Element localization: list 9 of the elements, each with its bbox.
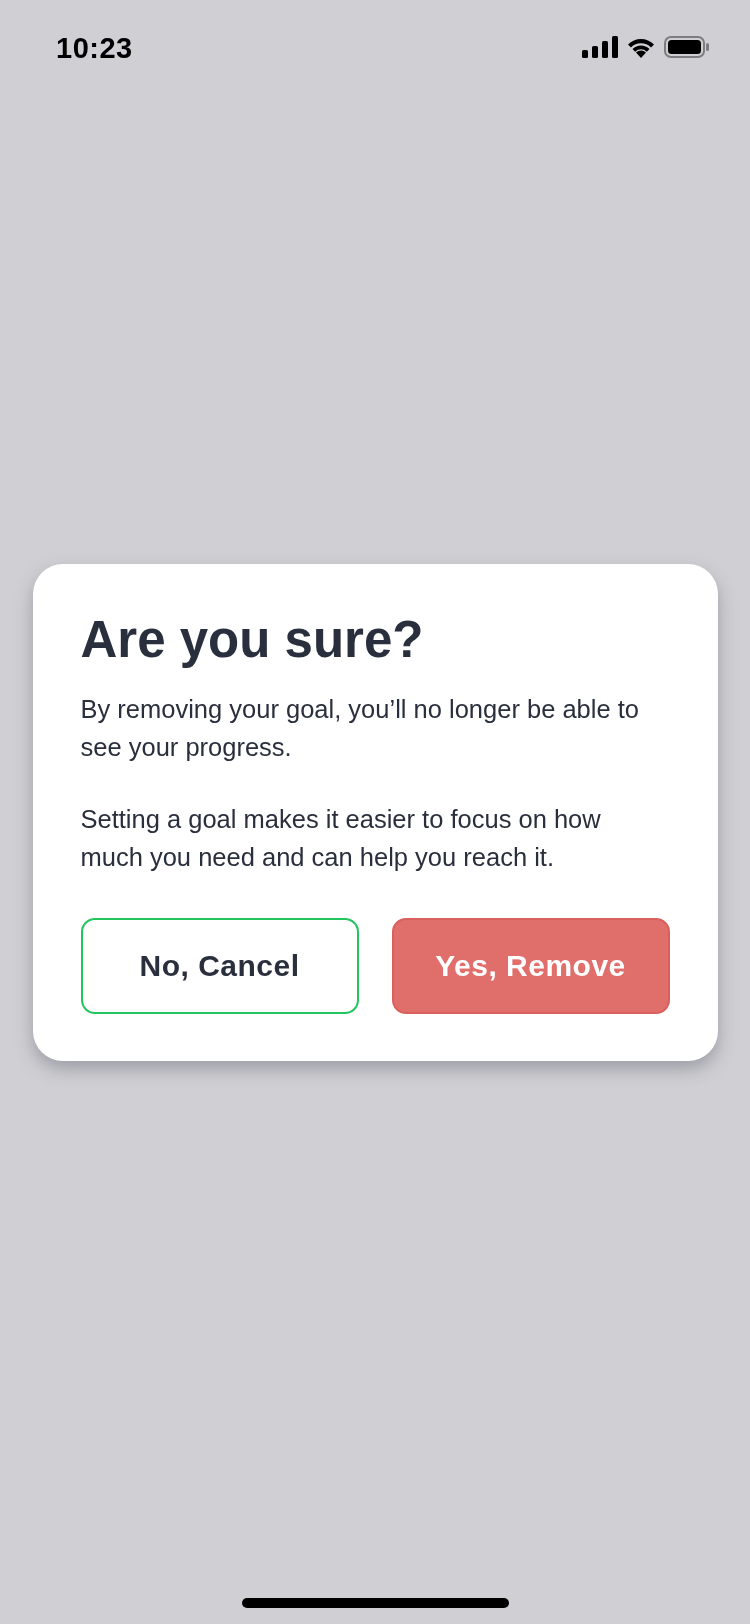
wifi-icon: [626, 36, 656, 58]
dialog-message: By removing your goal, you’ll no longer be able to see your progress.: [80, 693, 640, 763]
dialog-message: Setting a goal makes it easier to focus on how much you need and can help you reach it.: [80, 803, 602, 873]
status-time: 10:23: [56, 30, 133, 65]
cancel-button[interactable]: No, Cancel: [80, 917, 359, 1014]
battery-icon: [664, 36, 710, 58]
dialog-title: Are you sure?: [80, 609, 425, 670]
home-indicator[interactable]: [241, 1598, 509, 1608]
signal-icon: [582, 36, 618, 58]
